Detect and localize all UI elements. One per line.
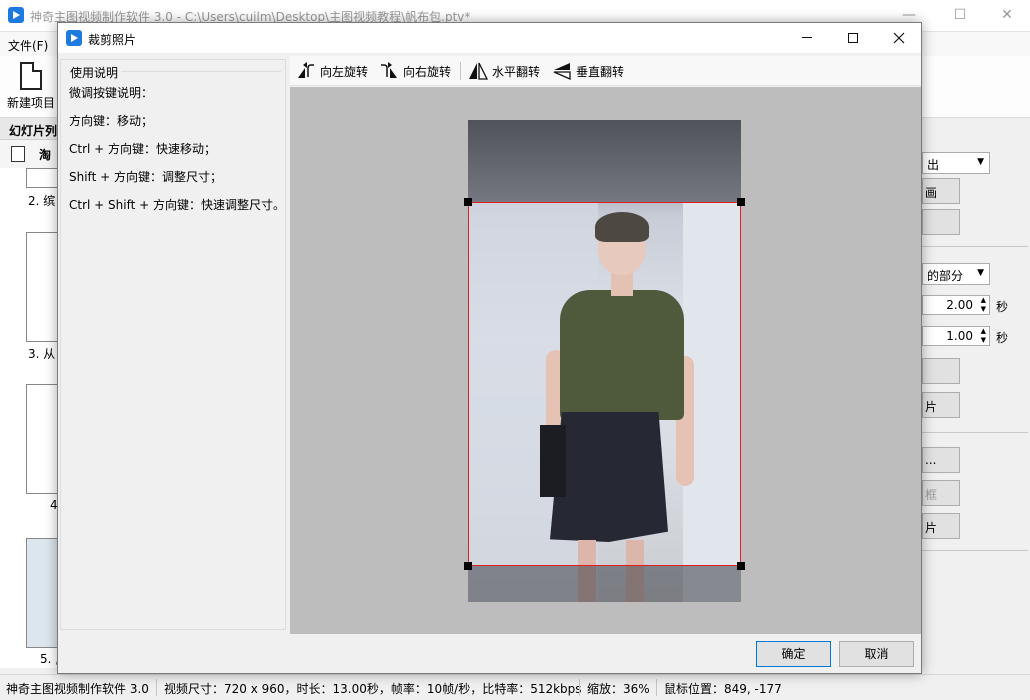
stepper-value: 2.00: [946, 298, 973, 312]
rotate-left-label: 向左旋转: [320, 65, 369, 79]
rotate-right-button[interactable]: 向右旋转: [379, 60, 457, 82]
chevron-down-icon: ▼: [977, 268, 984, 278]
new-project-label: 新建项目: [6, 96, 55, 110]
dialog-title: 裁剪照片: [88, 33, 137, 47]
unit-label: 秒: [996, 300, 1009, 314]
crop-mask-bottom: [468, 566, 741, 602]
crop-mask-top: [468, 120, 741, 202]
rotate-right-icon: [381, 62, 397, 78]
button-label: 片: [925, 521, 938, 535]
flip-horizontal-label: 水平翻转: [492, 65, 541, 79]
help-line: Shift + 方向键：调整尺寸；: [69, 170, 222, 184]
status-mouse-position: 鼠标位置：849, -177: [664, 682, 782, 696]
crop-handle-bottom-left[interactable]: [464, 562, 472, 570]
help-line: Ctrl + 方向键：快速移动；: [69, 142, 217, 156]
slide-list-title: 幻灯片列: [9, 124, 58, 138]
slide-list-header: 幻灯片列: [0, 118, 60, 140]
help-line: Ctrl + Shift + 方向键：快速调整尺寸。: [69, 198, 285, 212]
crop-canvas[interactable]: [290, 87, 921, 634]
divider: [579, 679, 580, 696]
crop-handle-bottom-right[interactable]: [737, 562, 745, 570]
flip-horizontal-icon: [469, 62, 488, 80]
slide-list-toolbar: 淘: [0, 140, 60, 168]
ok-button[interactable]: 确定: [756, 641, 831, 667]
flip-vertical-icon: [553, 63, 571, 80]
help-line: 方向键：移动；: [69, 114, 154, 128]
help-heading: 使用说明: [70, 66, 119, 80]
cancel-button[interactable]: 取消: [839, 641, 914, 667]
dialog-maximize-button[interactable]: [830, 23, 876, 53]
dialog-minimize-button[interactable]: [784, 23, 830, 53]
button-label: ...: [925, 453, 937, 467]
new-project-button[interactable]: 新建项目: [4, 62, 58, 114]
flip-vertical-button[interactable]: 垂直翻转: [552, 60, 630, 82]
main-maximize-button[interactable]: ☐: [937, 0, 983, 32]
crop-toolbar: 向左旋转 向右旋转 水平翻转 垂直翻转: [290, 56, 921, 86]
button-label: 片: [925, 400, 938, 414]
stepper-arrows-icon[interactable]: ▲ ▼: [981, 327, 986, 345]
flip-vertical-label: 垂直翻转: [576, 65, 625, 79]
help-line: 微调按键说明：: [69, 86, 154, 100]
rotate-left-button[interactable]: 向左旋转: [296, 60, 374, 82]
unit-label: 秒: [996, 331, 1009, 345]
crop-handle-top-right[interactable]: [737, 198, 745, 206]
status-app-name: 神奇主图视频制作软件 3.0: [6, 682, 149, 696]
duration-stepper[interactable]: 2.00 ▲ ▼: [922, 295, 990, 315]
help-panel: 使用说明 微调按键说明： 方向键：移动； Ctrl + 方向键：快速移动； Sh…: [60, 59, 286, 630]
divider: [922, 432, 1028, 433]
divider: [656, 679, 657, 696]
panel-button[interactable]: 片: [922, 392, 960, 418]
divider: [156, 679, 157, 696]
slide-thumbnail[interactable]: [26, 232, 60, 342]
status-zoom: 缩放：36%: [587, 682, 650, 696]
combo-value: 出: [927, 158, 940, 172]
button-label: 框: [925, 488, 938, 502]
slide-thumbnail-selected[interactable]: [26, 538, 60, 648]
panel-button-disabled[interactable]: 框: [922, 480, 960, 506]
main-close-button[interactable]: ✕: [984, 0, 1030, 32]
button-label: 画: [925, 186, 938, 200]
panel-button[interactable]: 画: [922, 178, 960, 204]
slide-tool-label[interactable]: 淘: [39, 146, 51, 163]
transition-duration-stepper[interactable]: 1.00 ▲ ▼: [922, 326, 990, 346]
slide-label: 3. 从: [28, 347, 56, 361]
slide-thumbnail[interactable]: [26, 384, 60, 494]
dialog-titlebar[interactable]: 裁剪照片: [58, 23, 921, 53]
panel-button-blank[interactable]: [922, 358, 960, 384]
dialog-close-button[interactable]: [876, 23, 922, 53]
crop-photo-dialog: 裁剪照片 使用说明 微调按键说明： 方向键：移动； Ctrl + 方向键：快速移…: [57, 22, 922, 674]
property-panel: 出 ▼ 画 的部分 ▼ 2.00 ▲ ▼ 秒 1.00 ▲ ▼ 秒 片 ... 框 …: [922, 118, 1030, 668]
divider: [922, 550, 1028, 551]
panel-button[interactable]: 片: [922, 513, 960, 539]
divider: [121, 71, 281, 72]
transition-combo[interactable]: 出 ▼: [922, 152, 990, 174]
slide-thumbnail[interactable]: [26, 168, 60, 188]
status-bar: 神奇主图视频制作软件 3.0 视频尺寸：720 x 960，时长：13.00秒，…: [0, 674, 1030, 700]
crop-handle-top-left[interactable]: [464, 198, 472, 206]
panel-button[interactable]: ...: [922, 447, 960, 473]
panel-button-blank[interactable]: [922, 209, 960, 235]
divider: [460, 62, 461, 80]
menu-file[interactable]: 文件(F): [8, 37, 48, 54]
new-document-icon: [20, 62, 42, 90]
app-logo-icon: [66, 30, 82, 46]
slide-label: 2. 缤: [28, 194, 56, 208]
combo-value: 的部分: [927, 269, 964, 283]
slide-list[interactable]: 2. 缤 3. 从 4 5. ,: [0, 168, 60, 668]
stepper-value: 1.00: [946, 329, 973, 343]
rotate-right-label: 向右旋转: [403, 65, 452, 79]
effect-combo[interactable]: 的部分 ▼: [922, 263, 990, 285]
minimize-icon: [802, 37, 812, 38]
flip-horizontal-button[interactable]: 水平翻转: [468, 60, 546, 82]
divider: [922, 246, 1028, 247]
rotate-left-icon: [298, 62, 314, 78]
chevron-down-icon: ▼: [977, 157, 984, 167]
maximize-icon: [848, 32, 858, 43]
add-slide-icon[interactable]: [11, 146, 25, 162]
status-video-info: 视频尺寸：720 x 960，时长：13.00秒，帧率：10帧/秒，比特率：51…: [164, 682, 582, 696]
close-icon: [893, 32, 905, 43]
crop-selection[interactable]: [464, 198, 745, 570]
stepper-arrows-icon[interactable]: ▲ ▼: [981, 296, 986, 314]
app-logo-icon: [8, 7, 24, 23]
